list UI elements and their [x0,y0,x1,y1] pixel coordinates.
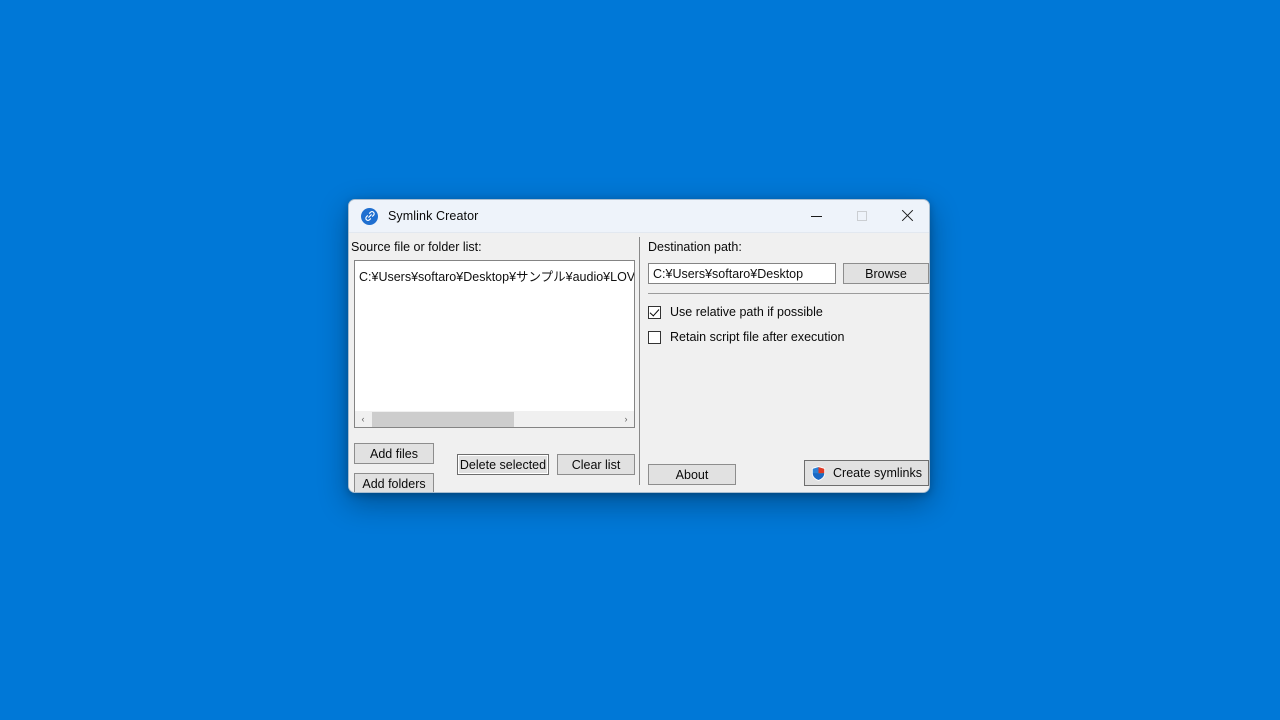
window-titlebar[interactable]: Symlink Creator [349,200,929,233]
panel-divider [639,237,640,485]
add-files-button[interactable]: Add files [354,443,434,464]
section-separator [648,293,929,294]
delete-selected-button[interactable]: Delete selected [457,454,549,475]
destination-path-label: Destination path: [648,240,742,254]
clear-list-button[interactable]: Clear list [557,454,635,475]
use-relative-path-label: Use relative path if possible [670,305,823,319]
source-list-horizontal-scrollbar[interactable]: ‹ › [354,411,635,428]
close-icon [901,210,913,222]
browse-button[interactable]: Browse [843,263,929,284]
close-button[interactable] [884,200,929,233]
scroll-right-arrow-icon[interactable]: › [618,411,634,427]
link-icon [361,207,378,225]
uac-shield-icon [811,465,826,481]
minimize-icon [811,215,822,217]
retain-script-file-checkbox-row[interactable]: Retain script file after execution [648,328,844,346]
use-relative-path-checkbox-row[interactable]: Use relative path if possible [648,303,823,321]
create-symlinks-label: Create symlinks [833,466,922,480]
retain-script-file-label: Retain script file after execution [670,330,845,344]
window-controls [794,200,929,233]
scroll-left-arrow-icon[interactable]: ‹ [355,411,371,427]
add-folders-button[interactable]: Add folders [354,473,434,492]
about-button[interactable]: About [648,464,736,485]
application-window: Symlink Creator Source file or folder li… [348,199,930,493]
maximize-button[interactable] [839,200,884,233]
destination-path-input[interactable] [648,263,836,284]
source-file-list[interactable]: C:¥Users¥softaro¥Desktop¥サンプル¥audio¥LOVE… [354,260,635,419]
minimize-button[interactable] [794,200,839,233]
maximize-icon [856,211,867,221]
use-relative-path-checkbox[interactable] [648,305,661,319]
retain-script-file-checkbox[interactable] [648,330,661,344]
create-symlinks-button[interactable]: Create symlinks [804,460,929,486]
window-title: Symlink Creator [388,209,479,223]
list-item[interactable]: C:¥Users¥softaro¥Desktop¥サンプル¥audio¥LOVE… [359,266,634,285]
dialog-client-area: Source file or folder list: C:¥Users¥sof… [349,233,929,492]
scrollbar-thumb[interactable] [372,411,514,427]
source-list-label: Source file or folder list: [351,240,482,254]
scrollbar-track[interactable] [371,411,618,427]
